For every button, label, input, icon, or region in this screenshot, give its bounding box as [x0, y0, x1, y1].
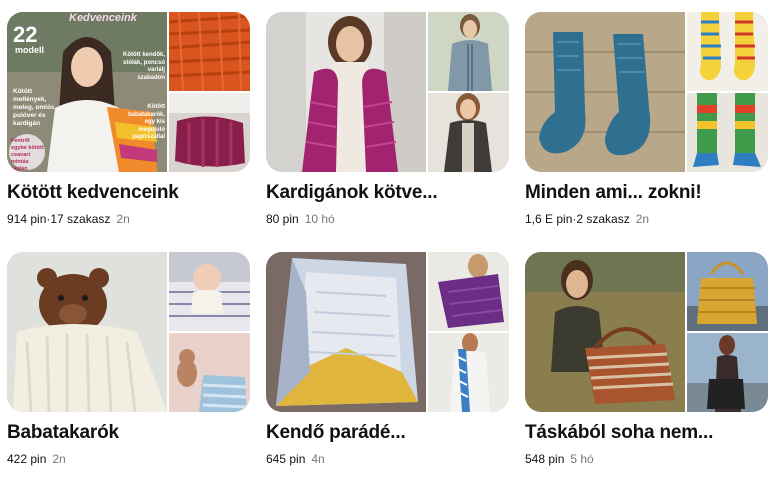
- board-last-updated: 10 hó: [304, 212, 335, 226]
- magazine-blurb-left: Kötött mellények, meleg, omlós pulóver é…: [13, 88, 55, 127]
- board-pin-count: 80 pin: [266, 212, 299, 226]
- board-card-taskabol[interactable]: Táskából soha nem... 548 pin 5 hó: [525, 252, 768, 466]
- board-cover-main-image: [266, 252, 426, 412]
- board-pin-count: 422 pin: [7, 452, 47, 466]
- board-cover-main-image: [7, 252, 167, 412]
- magazine-blurb-right: Kötött kendők, stólák, poncsó variálj sz…: [123, 52, 166, 81]
- magazine-number: 22: [13, 22, 38, 47]
- board-meta: 80 pin 10 hó: [266, 212, 509, 226]
- board-title[interactable]: Kendő parádé...: [266, 422, 509, 444]
- board-title[interactable]: Minden ami... zokni!: [525, 182, 768, 204]
- board-section-count: 17 szakasz: [50, 212, 111, 226]
- board-card-kotott-kedvenceink[interactable]: Kedvenceink 22 modell Kötött mellények, …: [7, 12, 250, 226]
- board-cover-bottom-right-image: [428, 333, 509, 412]
- board-cover-collage[interactable]: [266, 12, 509, 172]
- board-card-babatakarok[interactable]: Babatakarók 422 pin 2n: [7, 252, 250, 466]
- magazine-subtitle: modell: [15, 45, 45, 55]
- board-meta: 645 pin 4n: [266, 452, 509, 466]
- board-cover-top-right-image: [169, 252, 250, 331]
- board-card-zokni[interactable]: Minden ami... zokni! 1,6 E pin · 2 szaka…: [525, 12, 768, 226]
- board-cover-main-image: Kedvenceink 22 modell Kötött mellények, …: [7, 12, 167, 172]
- board-title[interactable]: Kötött kedvenceink: [7, 182, 250, 204]
- board-cover-bottom-right-image: [169, 93, 250, 172]
- board-cover-bottom-right-image: [428, 93, 509, 172]
- board-card-kendo-parade[interactable]: Kendő parádé... 645 pin 4n: [266, 252, 509, 466]
- board-meta: 422 pin 2n: [7, 452, 250, 466]
- board-pin-count: 1,6 E pin: [525, 212, 573, 226]
- board-title[interactable]: Táskából soha nem...: [525, 422, 768, 444]
- board-cover-top-right-image: [428, 12, 509, 91]
- magazine-badge: Fentről egybe kötött csavart mintás ragl…: [11, 138, 44, 172]
- board-cover-bottom-right-image: [687, 93, 768, 172]
- board-cover-collage[interactable]: Kedvenceink 22 modell Kötött mellények, …: [7, 12, 250, 172]
- board-last-updated: 5 hó: [570, 452, 594, 466]
- magazine-name: Kedvenceink: [69, 12, 137, 24]
- board-cover-top-right-image: [687, 12, 768, 91]
- board-meta: 914 pin · 17 szakasz 2n: [7, 212, 250, 226]
- board-pin-count: 548 pin: [525, 452, 565, 466]
- board-cover-collage[interactable]: [525, 12, 768, 172]
- board-cover-bottom-right-image: [169, 333, 250, 412]
- board-cover-top-right-image: [687, 252, 768, 331]
- board-last-updated: 4n: [311, 452, 325, 466]
- board-pin-count: 914 pin: [7, 212, 47, 226]
- board-cover-main-image: [266, 12, 426, 172]
- board-cover-collage[interactable]: [266, 252, 509, 412]
- board-cover-main-image: [525, 252, 685, 412]
- board-meta: 1,6 E pin · 2 szakasz 2n: [525, 212, 768, 226]
- board-cover-collage[interactable]: [7, 252, 250, 412]
- board-meta: 548 pin 5 hó: [525, 452, 768, 466]
- board-last-updated: 2n: [635, 212, 650, 226]
- board-title[interactable]: Babatakarók: [7, 422, 250, 444]
- board-pin-count: 645 pin: [266, 452, 306, 466]
- board-last-updated: 2n: [52, 452, 66, 466]
- magazine-blurb-right-2: Kötött babatakarók, egy kis megújuló pap…: [127, 104, 165, 140]
- board-section-count: 2 szakasz: [576, 212, 630, 226]
- board-cover-top-right-image: [428, 252, 509, 331]
- board-title[interactable]: Kardigánok kötve...: [266, 182, 509, 204]
- board-cover-top-right-image: [169, 12, 250, 91]
- board-cover-bottom-right-image: [687, 333, 768, 412]
- board-card-kardiganok[interactable]: Kardigánok kötve... 80 pin 10 hó: [266, 12, 509, 226]
- board-cover-main-image: [525, 12, 685, 172]
- board-cover-collage[interactable]: [525, 252, 768, 412]
- board-last-updated: 2n: [116, 212, 130, 226]
